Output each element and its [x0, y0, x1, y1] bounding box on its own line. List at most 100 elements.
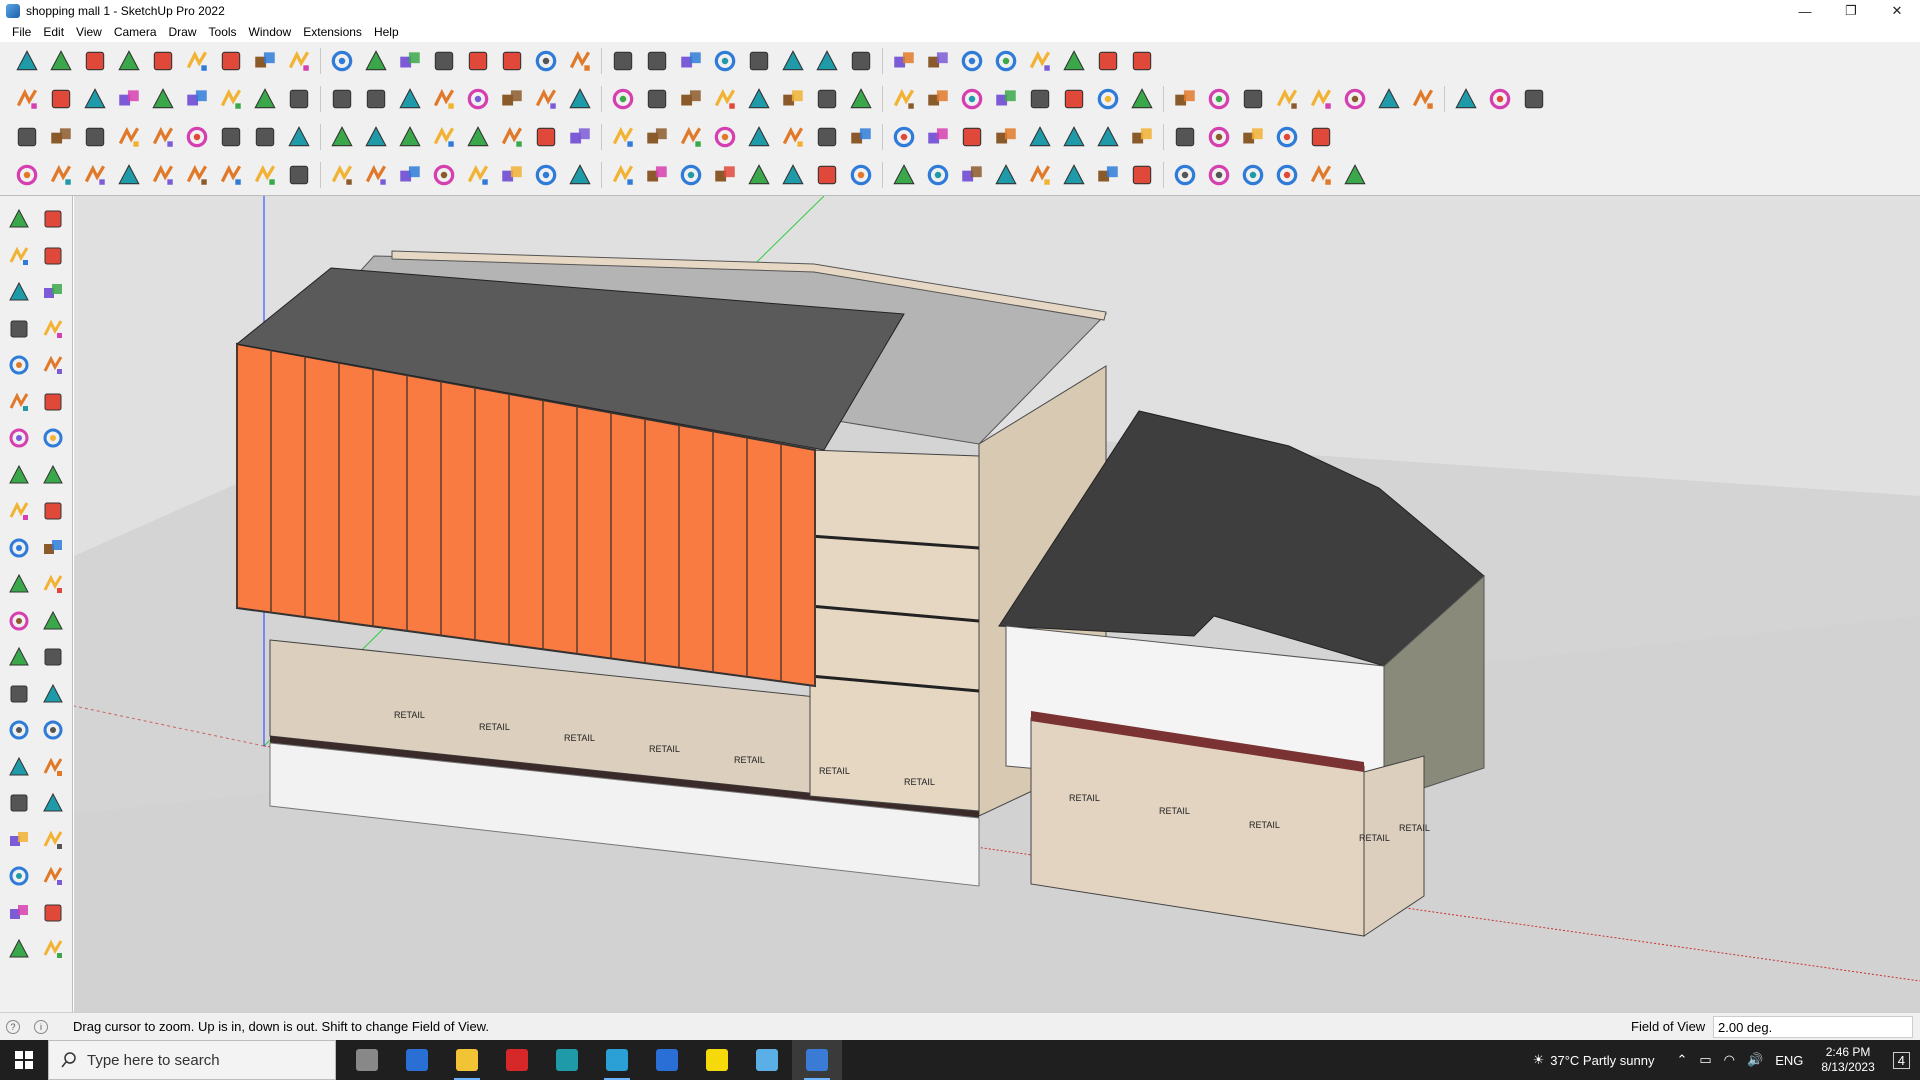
grid-orange-2-icon[interactable]: [1202, 120, 1236, 154]
text-icon[interactable]: [427, 44, 461, 78]
section-plane-icon[interactable]: [38, 861, 68, 891]
grid-black-icon[interactable]: [1091, 158, 1125, 192]
profile-icon[interactable]: [776, 44, 810, 78]
terrain-5-icon[interactable]: [1517, 82, 1551, 116]
terrain-2-icon[interactable]: [1406, 82, 1440, 116]
clock[interactable]: 2:46 PM 8/13/2023: [1821, 1045, 1874, 1075]
menu-extensions[interactable]: Extensions: [297, 25, 368, 39]
weather-text[interactable]: 37°C Partly sunny: [1550, 1053, 1654, 1068]
pan-icon[interactable]: [529, 44, 563, 78]
flip-icon[interactable]: [1023, 44, 1057, 78]
scale-icon[interactable]: [359, 44, 393, 78]
square-red-icon[interactable]: [248, 120, 282, 154]
previous-view-icon[interactable]: [38, 788, 68, 818]
bricks-icon[interactable]: [1023, 158, 1057, 192]
terrain-4-icon[interactable]: [1483, 82, 1517, 116]
edit-path-icon[interactable]: [10, 158, 44, 192]
menu-view[interactable]: View: [70, 25, 108, 39]
stripes-blue-icon[interactable]: [359, 82, 393, 116]
notifications-icon[interactable]: 4: [1892, 1051, 1910, 1069]
car-red-icon[interactable]: [78, 158, 112, 192]
shape-2-icon[interactable]: [1202, 82, 1236, 116]
spiral-icon[interactable]: [214, 120, 248, 154]
scale-tool-icon[interactable]: [989, 44, 1023, 78]
chain-green-icon[interactable]: [921, 120, 955, 154]
arc-1-icon[interactable]: [1057, 82, 1091, 116]
sketchup-icon[interactable]: [792, 1040, 842, 1080]
panel-blue-icon[interactable]: [10, 120, 44, 154]
arrow-orange-icon[interactable]: [248, 82, 282, 116]
volume-icon[interactable]: 🔊: [1747, 1052, 1763, 1068]
stripe-black-icon[interactable]: [955, 158, 989, 192]
follow-me-icon[interactable]: [248, 44, 282, 78]
comb-icon[interactable]: [563, 158, 597, 192]
house-1-icon[interactable]: [529, 82, 563, 116]
pdf-icon[interactable]: [742, 1040, 792, 1080]
dots-icon[interactable]: [461, 120, 495, 154]
push-up-icon[interactable]: [146, 82, 180, 116]
iso-view-icon[interactable]: [640, 44, 674, 78]
terrain-icon[interactable]: [1372, 82, 1406, 116]
minimize-button[interactable]: —: [1782, 0, 1828, 22]
streaks-2-icon[interactable]: [1304, 158, 1338, 192]
rake-3-icon[interactable]: [844, 158, 878, 192]
panel-red-icon[interactable]: [146, 120, 180, 154]
pipe-icon[interactable]: [214, 158, 248, 192]
geo-location-icon[interactable]: ?: [6, 1020, 20, 1034]
zoom-icon[interactable]: [4, 752, 34, 782]
arc-2-icon[interactable]: [38, 423, 68, 453]
outline-icon[interactable]: [1338, 158, 1372, 192]
hull-icon[interactable]: [248, 158, 282, 192]
restore-button[interactable]: ❐: [1828, 0, 1874, 22]
look-around-icon[interactable]: [38, 825, 68, 855]
tape-measure-icon[interactable]: [38, 277, 68, 307]
paint-bucket-icon[interactable]: [180, 44, 214, 78]
rake-icon[interactable]: [776, 158, 810, 192]
diamond-green-icon[interactable]: [461, 82, 495, 116]
fountain-icon[interactable]: [640, 120, 674, 154]
columns-icon[interactable]: [1168, 158, 1202, 192]
gear-outline-icon[interactable]: [146, 158, 180, 192]
orbit-icon[interactable]: [495, 44, 529, 78]
curve-icon[interactable]: [325, 82, 359, 116]
house-2-icon[interactable]: [563, 82, 597, 116]
battery-icon[interactable]: ▭: [1699, 1052, 1711, 1068]
language-indicator[interactable]: ENG: [1775, 1053, 1803, 1068]
menu-window[interactable]: Window: [243, 25, 298, 39]
knife-icon[interactable]: [1236, 82, 1270, 116]
menu-tools[interactable]: Tools: [203, 25, 243, 39]
modeling-viewport[interactable]: RETAIL RETAIL RETAIL RETAIL RETAIL RETAIL RETA…: [74, 196, 1920, 1012]
offset-icon[interactable]: [38, 569, 68, 599]
parallelogram-icon[interactable]: [1023, 82, 1057, 116]
wifi-icon[interactable]: ◠: [1724, 1052, 1735, 1068]
panel-gray-icon[interactable]: [180, 120, 214, 154]
tape-icon[interactable]: [4, 606, 34, 636]
top-view-icon[interactable]: [674, 44, 708, 78]
push-pull-icon[interactable]: [38, 496, 68, 526]
cross-red-icon[interactable]: [495, 120, 529, 154]
photos-icon[interactable]: [642, 1040, 692, 1080]
circle-icon[interactable]: [4, 387, 34, 417]
web-2-icon[interactable]: [1236, 158, 1270, 192]
box-blue-icon[interactable]: [44, 82, 78, 116]
rectangle-icon[interactable]: [4, 350, 34, 380]
position-camera-icon[interactable]: [4, 825, 34, 855]
pan-icon[interactable]: [38, 715, 68, 745]
zoom-window-icon[interactable]: [38, 752, 68, 782]
task-view-icon[interactable]: [342, 1040, 392, 1080]
redo-icon[interactable]: [1091, 44, 1125, 78]
scale-icon[interactable]: [4, 569, 34, 599]
close-button[interactable]: ✕: [1874, 0, 1920, 22]
dotted-curve-icon[interactable]: [44, 158, 78, 192]
menu-camera[interactable]: Camera: [108, 25, 163, 39]
scissors-icon[interactable]: [112, 158, 146, 192]
star-green-icon[interactable]: [495, 82, 529, 116]
calculator-icon[interactable]: [392, 1040, 442, 1080]
acrobat-icon[interactable]: [492, 1040, 542, 1080]
menu-draw[interactable]: Draw: [163, 25, 203, 39]
component-icon[interactable]: [810, 44, 844, 78]
follow-me-icon[interactable]: [38, 533, 68, 563]
arc-dots-icon[interactable]: [1270, 120, 1304, 154]
circle-3-icon[interactable]: [921, 82, 955, 116]
brick-icon[interactable]: [1304, 82, 1338, 116]
